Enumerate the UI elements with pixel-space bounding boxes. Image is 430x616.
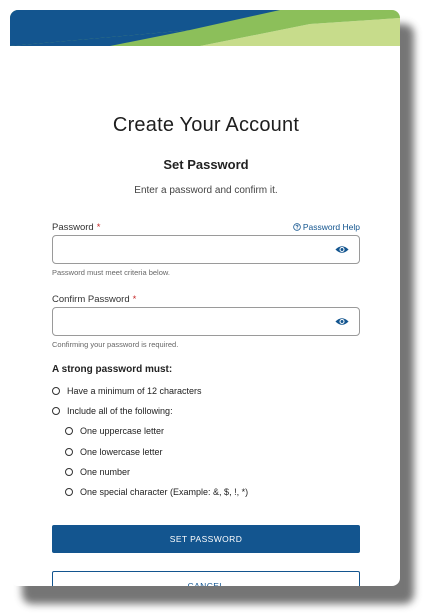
criteria-item: Include all of the following: bbox=[52, 406, 173, 416]
unchecked-circle-icon bbox=[65, 448, 73, 456]
criteria-sub-item-text: One lowercase letter bbox=[80, 447, 163, 457]
password-help-label: Password Help bbox=[302, 222, 360, 232]
header-banner bbox=[10, 10, 400, 46]
required-mark: * bbox=[96, 222, 101, 233]
unchecked-circle-icon bbox=[65, 427, 73, 435]
unchecked-circle-icon bbox=[65, 488, 73, 496]
password-label-text: Password bbox=[52, 222, 94, 233]
password-hint: Password must meet criteria below. bbox=[52, 268, 170, 277]
unchecked-circle-icon bbox=[52, 407, 60, 415]
criteria-sub-item: One lowercase letter bbox=[65, 447, 163, 457]
instruction-text: Enter a password and confirm it. bbox=[134, 185, 278, 196]
cancel-button[interactable]: CANCEL bbox=[52, 571, 360, 586]
set-password-button[interactable]: SET PASSWORD bbox=[52, 525, 360, 553]
criteria-sub-item-text: One special character (Example: &, $, !,… bbox=[80, 487, 249, 497]
password-label: Password * bbox=[52, 222, 100, 233]
unchecked-circle-icon bbox=[65, 468, 73, 476]
criteria-item: Have a minimum of 12 characters bbox=[52, 386, 202, 396]
criteria-title: A strong password must: bbox=[52, 364, 173, 375]
account-card: Create Your Account Set Password Enter a… bbox=[10, 10, 400, 586]
criteria-sub-item: One uppercase letter bbox=[65, 426, 164, 436]
criteria-item-text: Include all of the following: bbox=[67, 406, 173, 416]
eye-icon[interactable] bbox=[335, 244, 349, 255]
eye-icon[interactable] bbox=[335, 316, 349, 327]
page: Create Your Account Set Password Enter a… bbox=[0, 0, 430, 616]
confirm-password-label: Confirm Password * bbox=[52, 294, 136, 305]
confirm-password-hint: Confirming your password is required. bbox=[52, 340, 179, 349]
password-input[interactable] bbox=[52, 235, 360, 264]
password-help-link[interactable]: Password Help bbox=[293, 222, 360, 232]
criteria-sub-item: One special character (Example: &, $, !,… bbox=[65, 487, 248, 497]
help-circle-icon bbox=[293, 223, 301, 231]
required-mark: * bbox=[132, 294, 137, 305]
unchecked-circle-icon bbox=[52, 387, 60, 395]
page-subtitle: Set Password bbox=[163, 157, 249, 172]
criteria-sub-item: One number bbox=[65, 467, 130, 477]
criteria-sub-item-text: One uppercase letter bbox=[80, 426, 165, 436]
page-title: Create Your Account bbox=[112, 114, 300, 136]
criteria-item-text: Have a minimum of 12 characters bbox=[67, 386, 202, 396]
confirm-password-label-text: Confirm Password bbox=[52, 294, 130, 305]
criteria-sub-item-text: One number bbox=[80, 467, 131, 477]
confirm-password-input[interactable] bbox=[52, 307, 360, 336]
